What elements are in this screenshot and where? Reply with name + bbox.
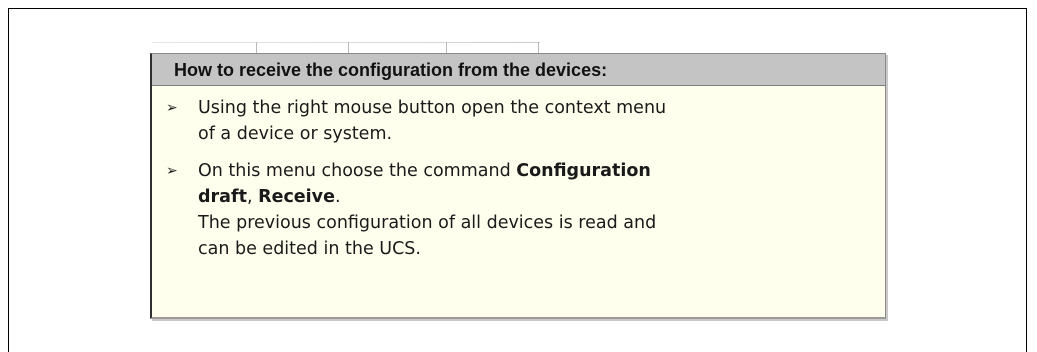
arrowhead-bullet-icon: ➢: [166, 163, 178, 179]
step-text: On this menu choose the command Configur…: [198, 158, 875, 262]
command-name: Configuration: [516, 161, 651, 181]
step-line: of a device or system.: [198, 124, 393, 144]
step-intro: On this menu choose the command: [198, 161, 517, 181]
tab-strip-top-edge: [152, 42, 540, 43]
separator-text: ,: [246, 187, 259, 207]
instruction-panel: How to receive the configuration from th…: [150, 53, 886, 319]
command-name: Receive: [258, 187, 335, 207]
panel-title: How to receive the configuration from th…: [152, 54, 885, 86]
command-name: draft: [198, 187, 247, 207]
arrowhead-bullet-icon: ➢: [166, 100, 178, 116]
step-text: Using the right mouse button open the co…: [198, 95, 875, 147]
step-line: Using the right mouse button open the co…: [198, 98, 667, 118]
step-line: can be edited in the UCS.: [198, 239, 421, 259]
end-text: .: [334, 187, 341, 207]
step-line: draft, Receive.: [198, 184, 875, 210]
step-line: On this menu choose the command Configur…: [198, 158, 875, 184]
step-line: The previous configuration of all device…: [198, 213, 657, 233]
